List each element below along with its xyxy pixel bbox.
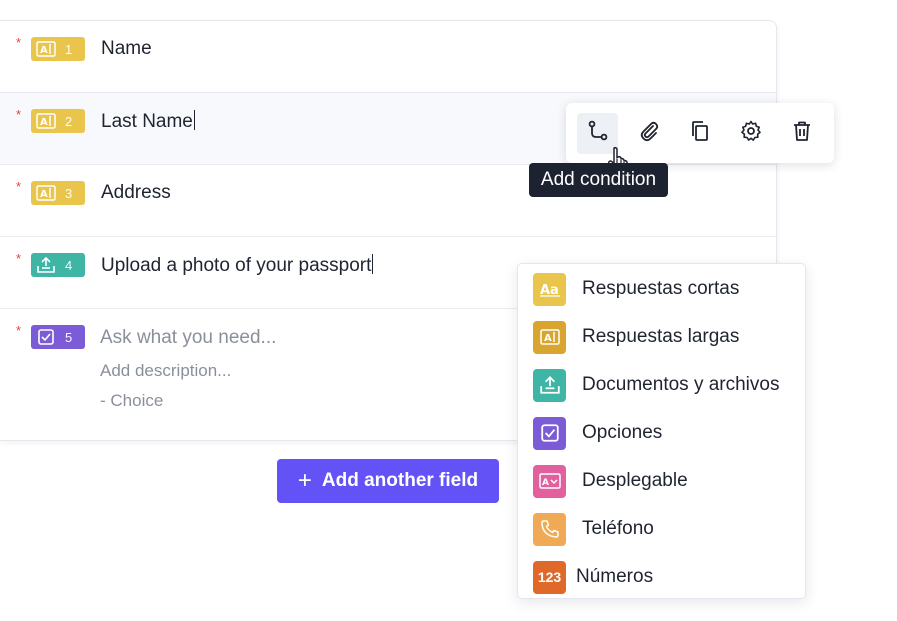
required-mark: *: [16, 35, 22, 50]
plus-icon: +: [297, 467, 312, 494]
gear-icon: [739, 119, 763, 148]
field-number: 1: [65, 41, 73, 57]
field-type-badge[interactable]: A 1: [31, 37, 85, 61]
checkbox-icon: [35, 327, 57, 347]
upload-icon: [35, 255, 57, 275]
question-input[interactable]: Ask what you need...: [100, 327, 276, 349]
checkbox-icon: [533, 416, 566, 450]
field-label-input[interactable]: Last Name: [101, 110, 195, 133]
add-another-field-button[interactable]: + Add another field: [277, 459, 499, 503]
numbers-icon: 123: [533, 560, 566, 594]
field-number: 5: [65, 329, 73, 345]
field-label-text: Last Name: [101, 111, 193, 132]
menu-item-short-answers[interactable]: Aa Respuestas cortas: [533, 272, 803, 306]
phone-icon: [533, 512, 566, 546]
svg-text:A: A: [40, 45, 48, 56]
menu-item-numbers[interactable]: 123 Números: [533, 560, 803, 594]
field-type-badge[interactable]: 4: [31, 253, 85, 277]
menu-item-documents[interactable]: Documentos y archivos: [533, 368, 803, 402]
menu-item-phone[interactable]: Teléfono: [533, 512, 803, 546]
long-text-icon: A: [35, 39, 57, 59]
copy-icon: [688, 119, 712, 148]
add-condition-tooltip: Add condition: [529, 163, 668, 197]
svg-text:Aa: Aa: [540, 283, 559, 297]
required-mark: *: [16, 323, 22, 338]
field-label[interactable]: Name: [101, 38, 152, 60]
required-mark: *: [16, 107, 22, 122]
short-text-icon: Aa: [533, 272, 566, 306]
trash-icon: [790, 119, 814, 148]
text-caret: [193, 110, 195, 130]
delete-button[interactable]: [781, 113, 822, 154]
svg-text:A: A: [542, 478, 549, 488]
branch-icon: [586, 119, 610, 148]
required-mark: *: [16, 179, 22, 194]
duplicate-button[interactable]: [679, 113, 720, 154]
svg-text:A: A: [544, 333, 552, 344]
menu-item-options[interactable]: Opciones: [533, 416, 803, 450]
field-row-name[interactable]: * A 1 Name: [0, 21, 776, 93]
menu-item-label: Opciones: [582, 422, 663, 443]
choice-input[interactable]: - Choice: [100, 391, 163, 411]
svg-text:A: A: [40, 189, 48, 200]
field-label-input[interactable]: Upload a photo of your passport: [101, 254, 374, 277]
long-text-icon: A: [35, 111, 57, 131]
add-field-label: Add another field: [321, 470, 479, 491]
paperclip-icon: [637, 119, 661, 148]
menu-item-label: Respuestas largas: [582, 326, 740, 347]
menu-item-long-answers[interactable]: A Respuestas largas: [533, 320, 803, 354]
text-caret: [372, 254, 374, 274]
settings-button[interactable]: [730, 113, 771, 154]
field-number: 4: [65, 257, 73, 273]
field-type-badge[interactable]: A 3: [31, 181, 85, 205]
menu-item-label: Desplegable: [582, 470, 688, 491]
menu-item-dropdown[interactable]: A Desplegable: [533, 464, 803, 498]
field-number: 3: [65, 185, 73, 201]
required-mark: *: [16, 251, 22, 266]
field-number: 2: [65, 113, 73, 129]
dropdown-icon: A: [533, 464, 566, 498]
menu-item-label: Teléfono: [582, 518, 654, 539]
menu-item-label: Respuestas cortas: [582, 278, 740, 299]
menu-item-label: Documentos y archivos: [582, 374, 780, 395]
svg-text:A: A: [40, 117, 48, 128]
field-label[interactable]: Address: [101, 182, 171, 204]
upload-icon: [533, 368, 566, 402]
description-input[interactable]: Add description...: [100, 361, 231, 381]
field-label-text: Upload a photo of your passport: [101, 255, 372, 276]
field-type-badge[interactable]: 5: [31, 325, 85, 349]
field-type-badge[interactable]: A 2: [31, 109, 85, 133]
long-text-icon: A: [35, 183, 57, 203]
long-text-icon: A: [533, 320, 566, 354]
menu-item-label: Números: [576, 566, 654, 587]
field-type-menu: Aa Respuestas cortas A Respuestas largas…: [517, 263, 806, 599]
attach-button[interactable]: [628, 113, 669, 154]
